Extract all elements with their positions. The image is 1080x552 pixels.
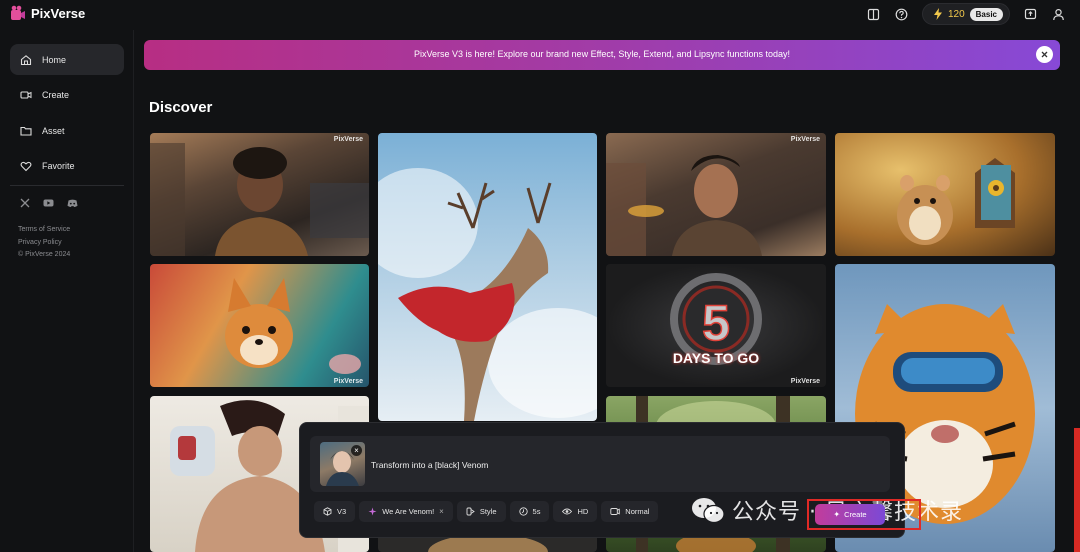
sidebar-footer: Terms of Service Privacy Policy © PixVer… — [18, 224, 70, 262]
terms-link[interactable]: Terms of Service — [18, 224, 70, 237]
privacy-link[interactable]: Privacy Policy — [18, 237, 70, 250]
hamster-thumbnail — [897, 158, 1015, 245]
folder-icon — [20, 126, 32, 136]
motion-selector[interactable]: Normal — [601, 501, 659, 522]
sidebar: Home Create Asset Favorite Terms of Serv… — [0, 30, 134, 552]
side-scroll-indicator — [1074, 428, 1080, 552]
option-label: Style — [479, 507, 497, 516]
svg-text:5: 5 — [702, 295, 730, 351]
option-label: 5s — [532, 507, 541, 516]
quality-selector[interactable]: HD — [553, 501, 598, 522]
sidebar-item-label: Home — [42, 54, 67, 65]
clear-effect-icon[interactable]: × — [439, 507, 444, 516]
credits-pill[interactable]: 120 Basic — [921, 3, 1010, 25]
book-icon[interactable] — [866, 6, 882, 22]
video-camera-icon — [20, 91, 32, 99]
video-card[interactable]: PixVerse — [606, 133, 826, 256]
app-logo[interactable]: PixVerse — [10, 5, 85, 21]
home-icon — [20, 54, 32, 65]
video-card[interactable]: PixVerse — [150, 264, 369, 387]
prompt-input-area[interactable]: × Transform into a [black] Venom — [310, 436, 890, 492]
sidebar-divider — [10, 185, 124, 186]
youtube-icon[interactable] — [43, 198, 54, 208]
effect-selector[interactable]: We Are Venom! × — [359, 501, 453, 522]
prompt-text[interactable]: Transform into a [black] Venom — [371, 460, 488, 470]
user-icon[interactable] — [1050, 6, 1066, 22]
video-card[interactable] — [378, 133, 597, 421]
wechat-logo-icon — [692, 498, 725, 524]
video-card[interactable]: 5 DAYS TO GO PixVerse — [606, 264, 826, 387]
create-button[interactable]: ✦ Create — [815, 504, 885, 525]
copyright-text: © PixVerse 2024 — [18, 251, 71, 258]
close-icon — [1041, 51, 1048, 58]
x-icon[interactable] — [20, 198, 30, 208]
bolt-icon — [933, 8, 942, 20]
social-links — [20, 198, 78, 208]
options-row: V3 We Are Venom! × Style 5s HD Normal — [314, 501, 659, 522]
clock-icon — [518, 507, 528, 516]
sidebar-item-label: Asset — [42, 125, 65, 136]
fox-thumbnail — [225, 278, 361, 374]
remove-image-button[interactable]: × — [351, 445, 362, 456]
sparkle-icon — [368, 507, 377, 516]
banner-close-button[interactable] — [1036, 46, 1053, 63]
watermark-label: PixVerse — [790, 136, 820, 143]
tile-caption: DAYS TO GO — [672, 350, 760, 366]
create-button-highlight: ✦ Create — [807, 499, 921, 530]
app-name: PixVerse — [31, 5, 86, 21]
deer-thumbnail — [378, 168, 597, 421]
watermark-label: PixVerse — [790, 378, 820, 385]
option-label: Normal — [625, 507, 650, 516]
motion-icon — [610, 508, 621, 515]
sparkle-icon: ✦ — [833, 510, 841, 519]
style-selector[interactable]: Style — [456, 501, 506, 522]
duration-selector[interactable]: 5s — [509, 501, 550, 522]
model-selector[interactable]: V3 — [314, 501, 356, 522]
reference-image[interactable]: × — [320, 442, 365, 486]
banner-text: PixVerse V3 is here! Explore our brand n… — [413, 49, 791, 59]
page-title: Discover — [149, 99, 213, 116]
option-label: V3 — [337, 507, 347, 516]
sidebar-item-home[interactable]: Home — [10, 44, 124, 75]
plan-badge[interactable]: Basic — [969, 7, 1003, 21]
pixverse-logo-icon — [11, 5, 25, 20]
eye-icon — [562, 508, 573, 515]
video-card[interactable]: PixVerse — [150, 133, 369, 256]
create-button-label: Create — [844, 510, 867, 519]
sidebar-item-favorite[interactable]: Favorite — [10, 151, 124, 182]
top-bar: PixVerse 120 Basic — [0, 0, 1080, 30]
discord-icon[interactable] — [67, 198, 78, 208]
watermark-label: PixVerse — [333, 378, 363, 385]
sidebar-item-create[interactable]: Create — [10, 80, 124, 111]
portrait-thumbnail — [150, 143, 369, 256]
watermark-label: PixVerse — [333, 136, 363, 143]
video-card[interactable] — [835, 133, 1055, 256]
option-label: We Are Venom! — [382, 507, 435, 516]
style-icon — [466, 507, 475, 516]
credits-count: 120 — [947, 8, 965, 20]
help-icon[interactable] — [894, 6, 910, 22]
sidebar-nav: Home Create Asset Favorite — [10, 44, 124, 186]
sidebar-item-label: Create — [42, 90, 70, 100]
option-label: HD — [577, 507, 589, 516]
countdown-thumbnail: 5 — [670, 273, 762, 365]
sidebar-item-asset[interactable]: Asset — [10, 115, 124, 146]
heart-icon — [20, 161, 32, 172]
upload-icon[interactable] — [1022, 6, 1038, 22]
portrait-thumbnail — [606, 155, 762, 256]
announcement-banner[interactable]: PixVerse V3 is here! Explore our brand n… — [144, 40, 1060, 70]
cube-icon — [323, 507, 332, 516]
sidebar-item-label: Favorite — [42, 161, 75, 171]
